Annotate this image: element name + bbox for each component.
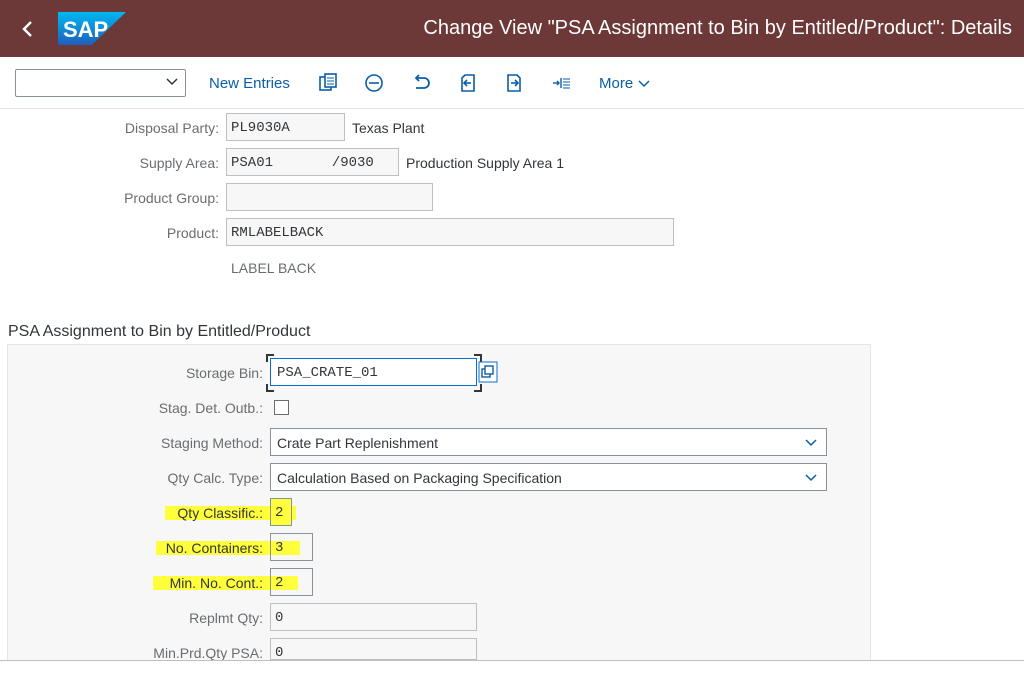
qty-classific-label: Qty Classific.: [177,505,263,521]
focus-corner [266,354,274,362]
staging-method-select[interactable]: Crate Part Replenishment [270,428,827,456]
expand-icon[interactable] [551,72,573,94]
storage-bin-input[interactable]: PSA_CRATE_01 [270,358,477,386]
minus-circle-icon[interactable] [363,72,385,94]
copy-icon[interactable] [317,72,339,94]
value-help-icon[interactable] [478,361,498,383]
supply-area-description: Production Supply Area 1 [406,155,564,171]
product-description: LABEL BACK [231,260,317,276]
action-dropdown[interactable] [15,69,186,97]
focus-corner [474,384,482,392]
previous-entry-icon[interactable] [457,72,479,94]
storage-bin-label: Storage Bin: [185,365,263,381]
qty-calc-type-label: Qty Calc. Type: [167,470,263,486]
product-label: Product: [166,225,219,241]
disposal-party-label: Disposal Party: [124,120,219,136]
disposal-party-field[interactable]: PL9030A [226,113,345,141]
product-field[interactable]: RMLABELBACK [226,218,674,246]
svg-text:SAP: SAP [63,17,108,42]
qty-classific-input[interactable]: 2 [270,498,292,526]
chevron-down-icon[interactable] [804,436,818,450]
product-group-field[interactable] [226,183,433,211]
chevron-down-icon [638,80,650,88]
stag-det-outb-label: Stag. Det. Outb.: [158,400,263,416]
next-entry-icon[interactable] [503,72,525,94]
page-title: Change View "PSA Assignment to Bin by En… [423,17,1012,39]
stag-det-outb-checkbox[interactable] [274,400,289,415]
back-button[interactable] [14,15,42,43]
sap-logo: SAP [58,12,126,45]
section-title: PSA Assignment to Bin by Entitled/Produc… [8,323,311,340]
staging-method-label: Staging Method: [161,435,263,451]
supply-area-label: Supply Area: [139,155,219,171]
focus-corner [266,384,274,392]
chevron-left-icon [22,21,32,37]
no-containers-input[interactable]: 3 [270,533,313,561]
chevron-down-icon [166,78,178,86]
new-entries-button[interactable]: New Entries [209,75,290,92]
product-group-label: Product Group: [124,190,219,206]
toolbar: New Entries More [0,57,1024,109]
supply-area-field[interactable]: PSA01 /9030 [226,148,399,176]
chevron-down-icon[interactable] [804,471,818,485]
qty-calc-type-select[interactable]: Calculation Based on Packaging Specifica… [270,463,827,491]
min-no-cont-input[interactable]: 2 [270,568,313,596]
footer-bar [0,660,1024,675]
min-no-cont-label: Min. No. Cont.: [169,575,263,591]
replmt-qty-field[interactable]: 0 [270,603,477,631]
shell-bar: SAP Change View "PSA Assignment to Bin b… [0,0,1024,57]
min-prd-qty-psa-label: Min.Prd.Qty PSA: [153,645,263,661]
replmt-qty-label: Replmt Qty: [189,610,263,626]
no-containers-label: No. Containers: [165,540,263,556]
min-prd-qty-psa-field[interactable]: 0 [270,638,477,661]
undo-icon[interactable] [410,72,432,94]
disposal-party-description: Texas Plant [352,120,425,136]
more-button[interactable]: More [599,75,651,92]
